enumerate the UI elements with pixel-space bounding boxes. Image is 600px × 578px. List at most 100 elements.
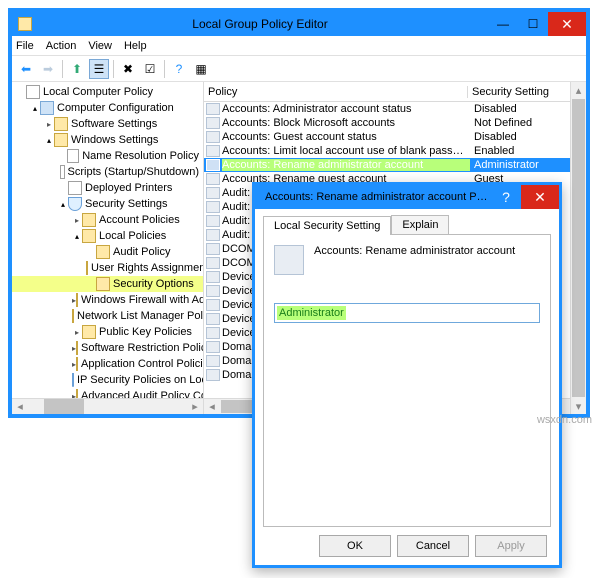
watermark: wsxdn.com (537, 414, 592, 426)
tree-item[interactable]: ▸Software Settings (12, 116, 203, 132)
computer-icon (40, 101, 54, 115)
forward-button[interactable]: ➡ (38, 59, 58, 79)
menubar: File Action View Help (12, 36, 586, 56)
folder-icon (82, 213, 96, 227)
show-hide-button[interactable]: ☰ (89, 59, 109, 79)
tree-item[interactable]: Network List Manager Policies (12, 308, 203, 324)
minimize-button[interactable]: — (488, 12, 518, 36)
policy-icon (206, 159, 220, 171)
policy-icon (206, 215, 220, 227)
properties-dialog: Accounts: Rename administrator account P… (252, 182, 562, 568)
list-item[interactable]: Accounts: Limit local account use of bla… (204, 144, 586, 158)
ok-button[interactable]: OK (319, 535, 391, 557)
tab-local-security[interactable]: Local Security Setting (263, 216, 391, 235)
tree-item[interactable]: IP Security Policies on Local Computer (12, 372, 203, 388)
scroll-left-icon[interactable]: ◂ (204, 399, 220, 414)
folder-icon (54, 133, 68, 147)
tree-item[interactable]: ▴Local Policies (12, 228, 203, 244)
scroll-right-icon[interactable]: ▸ (187, 399, 203, 414)
column-setting[interactable]: Security Setting (468, 86, 586, 98)
column-policy[interactable]: Policy (204, 86, 468, 98)
policy-icon (206, 145, 220, 157)
folder-icon (76, 357, 78, 371)
separator (113, 60, 114, 78)
policy-icon (206, 327, 220, 339)
tree-item[interactable]: Scripts (Startup/Shutdown) (12, 164, 203, 180)
folder-icon (76, 293, 78, 307)
dialog-close-button[interactable]: ✕ (521, 185, 559, 209)
titlebar[interactable]: Local Group Policy Editor — ☐ ✕ (12, 12, 586, 36)
policy-icon (206, 369, 220, 381)
scroll-up-icon[interactable]: ▴ (571, 82, 586, 98)
tree-item[interactable]: ▴Computer Configuration (12, 100, 203, 116)
tree-item[interactable]: ▴Windows Settings (12, 132, 203, 148)
tree-scrollbar[interactable]: ◂ ▸ (12, 398, 203, 414)
list-header: Policy Security Setting (204, 82, 586, 102)
dialog-title: Accounts: Rename administrator account P… (261, 191, 491, 203)
list-item[interactable]: Accounts: Block Microsoft accountsNot De… (204, 116, 586, 130)
dialog-tabs: Local Security Setting Explain (263, 215, 551, 234)
tree-item[interactable]: User Rights Assignment (12, 260, 203, 276)
tree-item-security-options[interactable]: Security Options (12, 276, 203, 292)
dialog-help-button[interactable]: ? (491, 185, 521, 209)
policy-icon (206, 341, 220, 353)
menu-help[interactable]: Help (124, 40, 147, 52)
app-icon (18, 17, 32, 31)
tree-item[interactable]: Name Resolution Policy (12, 148, 203, 164)
delete-button[interactable]: ✖ (118, 59, 138, 79)
folder-icon (82, 229, 96, 243)
folder-icon (76, 341, 78, 355)
scroll-thumb[interactable] (44, 399, 84, 414)
policy-icon (206, 257, 220, 269)
tree-item[interactable]: ▴Security Settings (12, 196, 203, 212)
printer-icon (68, 181, 82, 195)
policy-icon (206, 229, 220, 241)
up-button[interactable]: ⬆ (67, 59, 87, 79)
menu-view[interactable]: View (88, 40, 112, 52)
policy-icon (206, 299, 220, 311)
apply-button[interactable]: Apply (475, 535, 547, 557)
scroll-thumb[interactable] (572, 99, 585, 397)
policy-icon (206, 243, 220, 255)
tree-item[interactable]: Deployed Printers (12, 180, 203, 196)
list-item[interactable]: Accounts: Administrator account statusDi… (204, 102, 586, 116)
tree-item[interactable]: ▸Public Key Policies (12, 324, 203, 340)
policy-icon (206, 187, 220, 199)
policy-icon (206, 173, 220, 185)
tree-item[interactable]: ▸Windows Firewall with Advanced Security (12, 292, 203, 308)
tree-item[interactable]: ▸Application Control Policies (12, 356, 203, 372)
tree-root[interactable]: Local Computer Policy (12, 84, 203, 100)
menu-file[interactable]: File (16, 40, 34, 52)
list-item-selected[interactable]: Accounts: Rename administrator accountAd… (204, 158, 586, 172)
list-item[interactable]: Accounts: Guest account statusDisabled (204, 130, 586, 144)
close-button[interactable]: ✕ (548, 12, 586, 36)
policy-icon (206, 201, 220, 213)
tree-item[interactable]: ▸Software Restriction Policies (12, 340, 203, 356)
list-scrollbar-vertical[interactable]: ▴ ▾ (570, 82, 586, 414)
cancel-button[interactable]: Cancel (397, 535, 469, 557)
folder-icon (54, 117, 68, 131)
tab-panel: Accounts: Rename administrator account A… (263, 234, 551, 527)
separator (62, 60, 63, 78)
policy-icon (206, 285, 220, 297)
doc-icon (67, 149, 79, 163)
value-input-wrap[interactable]: Administrator (274, 303, 540, 323)
menu-action[interactable]: Action (46, 40, 77, 52)
help-button[interactable]: ? (169, 59, 189, 79)
back-button[interactable]: ⬅ (16, 59, 36, 79)
tree-item[interactable]: ▸Account Policies (12, 212, 203, 228)
tree-item[interactable]: Audit Policy (12, 244, 203, 260)
scroll-left-icon[interactable]: ◂ (12, 399, 28, 414)
policy-icon (206, 131, 220, 143)
properties-button[interactable]: ☑ (140, 59, 160, 79)
shield-icon (68, 197, 82, 211)
doc-icon (60, 165, 64, 179)
value-input[interactable]: Administrator (277, 306, 346, 320)
export-button[interactable]: ▦ (191, 59, 211, 79)
dialog-titlebar[interactable]: Accounts: Rename administrator account P… (255, 185, 559, 209)
scroll-down-icon[interactable]: ▾ (571, 398, 586, 414)
maximize-button[interactable]: ☐ (518, 12, 548, 36)
folder-icon (86, 261, 88, 275)
tab-explain[interactable]: Explain (391, 215, 449, 234)
shield-icon (72, 373, 74, 387)
